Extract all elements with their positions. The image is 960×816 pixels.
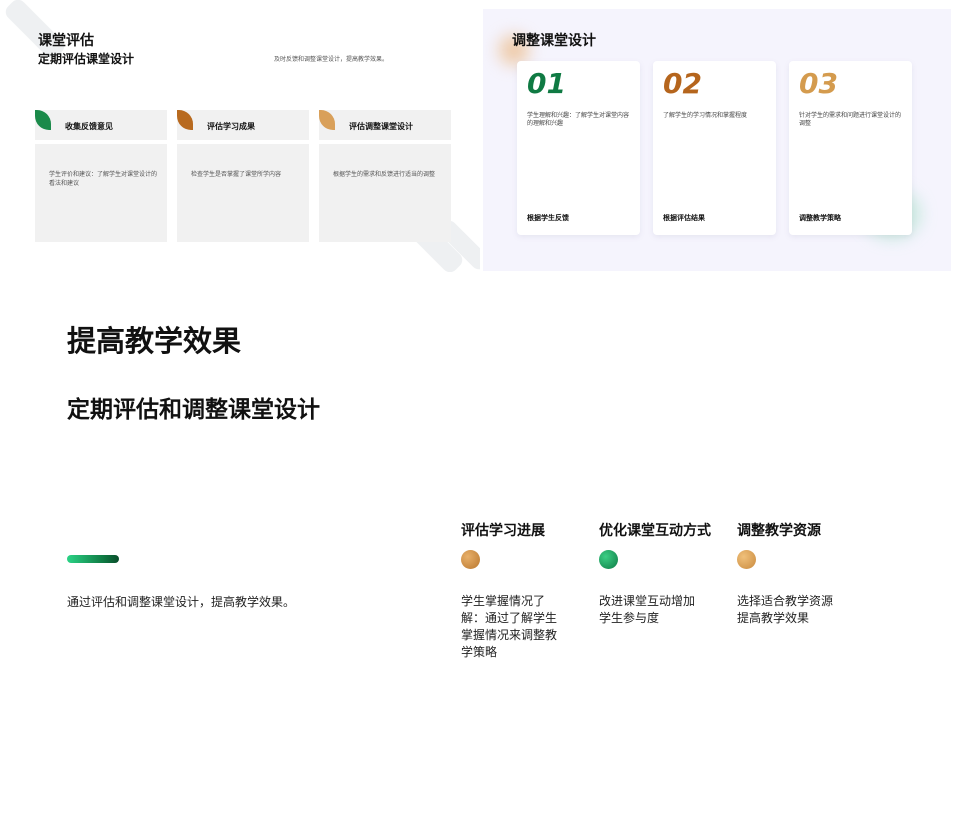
column-learning-progress: 评估学习进展 学生掌握情况了解：通过了解学生掌握情况来调整教学策略 bbox=[461, 520, 581, 659]
step-number: 03 bbox=[799, 67, 838, 100]
leaf-icon bbox=[35, 110, 51, 130]
card-body-outcomes: 检查学生是否掌握了课堂所学内容 bbox=[177, 144, 309, 242]
slide-title: 课堂评估 bbox=[38, 33, 94, 49]
column-body: 选择适合教学资源提高教学效果 bbox=[737, 594, 834, 625]
card-header-feedback: 收集反馈意见 bbox=[35, 110, 167, 140]
slide-subtitle: 定期评估课堂设计 bbox=[38, 52, 135, 66]
column-resources: 调整教学资源 选择适合教学资源提高教学效果 bbox=[737, 520, 857, 625]
step-footer: 根据评估结果 bbox=[663, 214, 705, 222]
card-text: 检查学生是否掌握了课堂所学内容 bbox=[191, 171, 282, 178]
column-heading: 评估学习进展 bbox=[461, 523, 545, 539]
slide-description: 及时反馈和调整课堂设计，提高教学效果。 bbox=[274, 56, 389, 63]
accent-bar bbox=[67, 555, 119, 563]
summary-text: 通过评估和调整课堂设计，提高教学效果。 bbox=[67, 595, 296, 609]
column-interaction: 优化课堂互动方式 改进课堂互动增加学生参与度 bbox=[599, 520, 719, 625]
bullet-dot-icon bbox=[737, 550, 756, 569]
step-card-1: 01 学生理解和兴趣：了解学生对课堂内容的理解和兴趣 根据学生反馈 bbox=[517, 61, 640, 235]
step-text: 学生理解和兴趣：了解学生对课堂内容的理解和兴趣 bbox=[527, 112, 630, 127]
column-heading: 优化课堂互动方式 bbox=[599, 523, 711, 539]
step-text: 针对学生的需求和问题进行课堂设计的调整 bbox=[799, 112, 902, 127]
page-title: 提高教学效果 bbox=[67, 324, 242, 358]
column-body: 改进课堂互动增加学生参与度 bbox=[599, 594, 696, 625]
slide-title: 调整课堂设计 bbox=[512, 33, 596, 49]
card-text: 学生评价和建议：了解学生对课堂设计的看法和建议 bbox=[49, 171, 158, 187]
step-footer: 根据学生反馈 bbox=[527, 214, 569, 222]
card-label: 评估调整课堂设计 bbox=[349, 122, 413, 131]
card-header-outcomes: 评估学习成果 bbox=[177, 110, 309, 140]
card-label: 收集反馈意见 bbox=[65, 122, 113, 131]
bullet-dot-icon bbox=[599, 550, 618, 569]
step-text: 了解学生的学习情况和掌握程度 bbox=[663, 112, 748, 119]
page-subtitle: 定期评估和调整课堂设计 bbox=[67, 397, 320, 423]
column-heading: 调整教学资源 bbox=[737, 523, 821, 539]
step-card-3: 03 针对学生的需求和问题进行课堂设计的调整 调整教学策略 bbox=[789, 61, 912, 235]
step-number: 02 bbox=[663, 67, 702, 100]
leaf-icon bbox=[319, 110, 335, 130]
step-footer: 调整教学策略 bbox=[799, 214, 841, 222]
card-header-adjust: 评估调整课堂设计 bbox=[319, 110, 451, 140]
leaf-icon bbox=[177, 110, 193, 130]
slide-classroom-evaluation: 课堂评估 定期评估课堂设计 及时反馈和调整课堂设计，提高教学效果。 收集反馈意见… bbox=[0, 0, 480, 272]
card-label: 评估学习成果 bbox=[207, 122, 255, 131]
step-card-2: 02 了解学生的学习情况和掌握程度 根据评估结果 bbox=[653, 61, 776, 235]
column-body: 学生掌握情况了解：通过了解学生掌握情况来调整教学策略 bbox=[461, 594, 558, 659]
card-body-feedback: 学生评价和建议：了解学生对课堂设计的看法和建议 bbox=[35, 144, 167, 242]
slide-adjust-design: 调整课堂设计 01 学生理解和兴趣：了解学生对课堂内容的理解和兴趣 根据学生反馈… bbox=[483, 9, 951, 271]
card-body-adjust: 根据学生的需求和反馈进行适当的调整 bbox=[319, 144, 451, 242]
card-text: 根据学生的需求和反馈进行适当的调整 bbox=[333, 171, 436, 178]
step-number: 01 bbox=[527, 67, 566, 100]
bullet-dot-icon bbox=[461, 550, 480, 569]
